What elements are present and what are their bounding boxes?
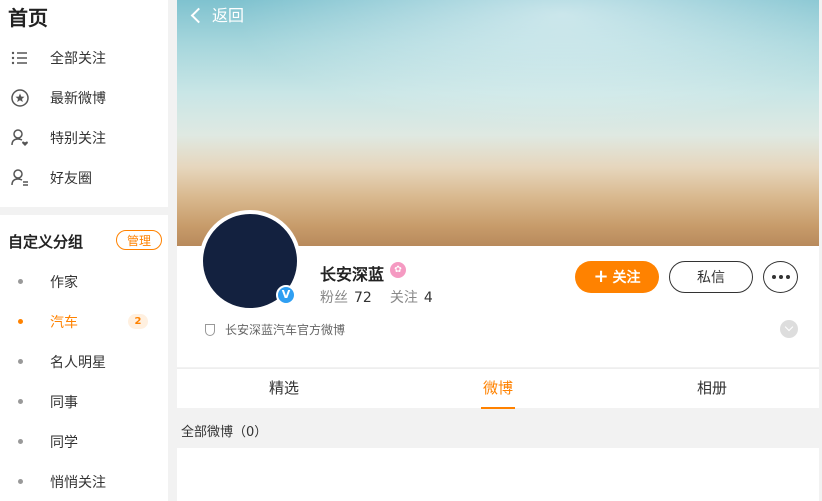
manage-groups-button[interactable]: 管理 [116,230,162,250]
cover-image [177,0,819,246]
page: 首页 全部关注 最新微博 特别关注 好友圈 自定义分组 管理 作家 汽车 2 名… [0,0,822,501]
bullet-icon [18,439,23,444]
bullet-icon [18,279,23,284]
shield-icon [205,323,215,336]
profile-tabs: 精选 微博 相册 [177,368,819,409]
plus-icon: + [593,266,609,287]
tab-weibo[interactable]: 微博 [391,369,605,409]
unread-count-badge: 2 [128,314,148,329]
user-heart-icon [11,129,28,146]
weibo-feed [177,448,819,501]
following-count[interactable]: 4 [424,290,433,306]
more-dot-icon [785,275,790,279]
sidebar-item-label: 好友圈 [50,171,92,187]
bullet-icon [18,479,23,484]
main-content: 返回 V 长安深蓝 ✿ 粉丝 72 关注 4 + 关注 私信 长安深蓝汽车官方微博 精… [177,0,819,501]
profile-description: 长安深蓝汽车官方微博 [205,321,345,338]
bullet-icon [18,359,23,364]
fans-label[interactable]: 粉丝 [320,290,348,306]
group-item-label: 悄悄关注 [50,475,106,491]
follow-button[interactable]: + 关注 [575,261,659,293]
profile-stats: 粉丝 72 关注 4 [320,287,451,307]
group-item-label: 同事 [50,395,78,411]
sidebar-item-special[interactable]: 特别关注 [0,118,168,158]
sidebar-item-friends[interactable]: 好友圈 [0,158,168,198]
group-item-label: 作家 [50,275,78,291]
back-button[interactable]: 返回 [190,2,245,26]
message-button[interactable]: 私信 [669,261,753,293]
tab-album[interactable]: 相册 [605,369,819,409]
group-item-label: 名人明星 [50,355,106,371]
description-text: 长安深蓝汽车官方微博 [225,323,346,337]
expand-chevron-icon[interactable] [780,320,798,338]
group-item-colleagues[interactable]: 同事 [0,381,168,421]
custom-groups-title: 自定义分组 [8,233,84,251]
bullet-icon [18,399,23,404]
group-item-celebrities[interactable]: 名人明星 [0,341,168,381]
list-icon [11,51,27,65]
sidebar-item-label: 全部关注 [50,51,106,67]
more-dot-icon [771,275,776,279]
vip-badge-icon[interactable]: ✿ [390,262,406,278]
sidebar-item-label: 特别关注 [50,131,106,147]
sidebar-item-latest[interactable]: 最新微博 [0,78,168,118]
profile-name: 长安深蓝 [320,265,385,284]
bullet-icon [18,319,23,324]
sidebar-item-all-following[interactable]: 全部关注 [0,38,168,78]
fans-count[interactable]: 72 [354,290,372,306]
verified-icon: V [276,285,296,305]
group-item-label: 同学 [50,435,78,451]
sidebar-item-label: 最新微博 [50,91,106,107]
back-label: 返回 [212,6,245,25]
group-item-classmates[interactable]: 同学 [0,421,168,461]
star-circle-icon [11,89,29,107]
all-weibo-title: 全部微博（0） [181,425,268,440]
more-dot-icon [778,275,783,279]
more-options-button[interactable] [763,261,798,293]
sidebar-home-title[interactable]: 首页 [8,2,48,31]
group-item-secret-following[interactable]: 悄悄关注 [0,461,168,501]
following-label[interactable]: 关注 [390,290,418,306]
user-friends-icon [11,169,28,186]
group-item-cars[interactable]: 汽车 2 [0,301,168,341]
group-item-writers[interactable]: 作家 [0,261,168,301]
chevron-left-icon [190,7,207,23]
group-item-label: 汽车 [50,315,78,331]
sidebar-divider [0,207,168,215]
follow-button-label: 关注 [612,270,641,286]
sidebar: 首页 全部关注 最新微博 特别关注 好友圈 自定义分组 管理 作家 汽车 2 名… [0,0,168,501]
tab-featured[interactable]: 精选 [177,369,391,409]
